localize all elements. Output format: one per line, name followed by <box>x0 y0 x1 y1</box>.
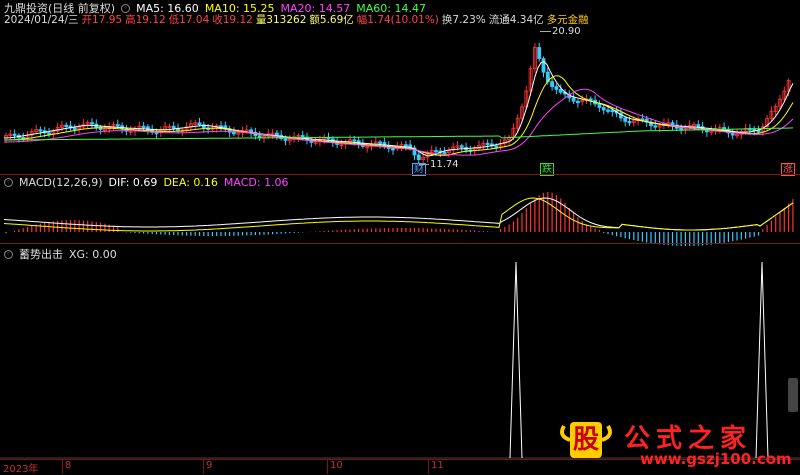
candle-body <box>274 132 279 136</box>
candle-body <box>459 145 464 148</box>
macd-value: MACD: 1.06 <box>223 176 289 189</box>
gszj-logo: 股 <box>558 418 614 462</box>
macd-dif: DIF: 0.69 <box>108 176 158 189</box>
candle-body <box>64 124 69 128</box>
candle-body <box>47 132 51 135</box>
candle-body <box>537 47 542 59</box>
x-tick <box>203 460 204 474</box>
candle-body <box>601 107 606 111</box>
high-price-pointer <box>540 31 551 32</box>
candle-body <box>391 148 395 151</box>
candle-body <box>541 58 546 73</box>
candle-body <box>606 109 610 112</box>
candle-body <box>231 131 236 135</box>
x-label-nov: 11 <box>431 460 444 471</box>
low-price-label: 11.74 <box>430 159 459 170</box>
macd-settings-icon[interactable]: ◦ <box>4 178 13 187</box>
candle-body <box>756 130 761 133</box>
candle-body <box>249 129 254 133</box>
dif-line <box>3 197 794 231</box>
indicator-header: ◦ 蓄势出击 XG: 0.00 <box>4 246 117 262</box>
candle-body <box>571 97 576 102</box>
candle-body <box>115 124 120 127</box>
candle-body <box>653 125 658 128</box>
candle-body <box>300 135 305 138</box>
candle-body <box>597 103 602 108</box>
candle-body <box>171 125 176 129</box>
ma5-line <box>3 61 794 157</box>
candle-body <box>38 129 43 132</box>
candle-body <box>627 121 632 124</box>
indicator-xg: XG: 0.00 <box>69 247 117 261</box>
main-macd-divider <box>0 174 800 175</box>
macd-title: MACD(12,26,9) <box>19 176 103 189</box>
candle-body <box>550 81 554 87</box>
candle-body <box>416 154 421 160</box>
candle-body <box>197 122 202 126</box>
candle-body <box>558 89 563 93</box>
xg-signal-spike <box>509 261 523 459</box>
macd-plot <box>3 192 794 246</box>
candle-body <box>610 109 615 113</box>
x-label-2023: 2023年 <box>3 464 39 475</box>
high-price-label: 20.90 <box>552 26 581 37</box>
candle-body <box>576 100 580 104</box>
candle-body <box>442 151 447 155</box>
candle-body <box>141 125 146 129</box>
candle-body <box>679 127 683 131</box>
macd-header: ◦ MACD(12,26,9) DIF: 0.69 DEA: 0.16 MACD… <box>4 176 289 189</box>
candle-body <box>90 122 94 125</box>
candle-body <box>12 133 17 136</box>
candle-body <box>485 142 490 146</box>
macd-indicator-divider <box>0 243 800 244</box>
candle-body <box>378 141 383 144</box>
candle-body <box>72 127 77 130</box>
candle-body <box>623 117 628 122</box>
x-tick <box>428 460 429 474</box>
x-label-oct: 10 <box>330 460 343 471</box>
ma10-line <box>4 75 794 156</box>
candle-body <box>730 132 735 136</box>
ma20-line <box>4 88 794 156</box>
x-label-aug: 8 <box>65 460 72 471</box>
chart-canvas[interactable] <box>0 0 800 474</box>
moving-average-lines <box>3 61 794 157</box>
x-tick <box>327 460 328 474</box>
macd-dea: DEA: 0.16 <box>163 176 218 189</box>
candle-body <box>434 150 438 153</box>
candle-body <box>403 144 408 147</box>
candle-body <box>554 86 559 90</box>
x-label-sep: 9 <box>206 460 213 471</box>
watermark-url: www.gszj100.com <box>640 450 792 468</box>
dea-line <box>3 197 794 232</box>
candle-body <box>696 124 701 128</box>
xg-signal-spike <box>755 261 769 459</box>
candle-body <box>494 145 499 148</box>
vertical-scrollbar[interactable] <box>788 378 798 412</box>
candle-body <box>283 138 288 141</box>
candle-body <box>257 135 262 138</box>
x-tick <box>62 460 63 474</box>
indicator-settings-icon[interactable]: ◦ <box>4 249 13 259</box>
indicator-title: 蓄势出击 <box>19 248 63 261</box>
candlesticks <box>4 42 791 164</box>
logo-char: 股 <box>570 422 602 458</box>
candle-body <box>352 139 357 142</box>
